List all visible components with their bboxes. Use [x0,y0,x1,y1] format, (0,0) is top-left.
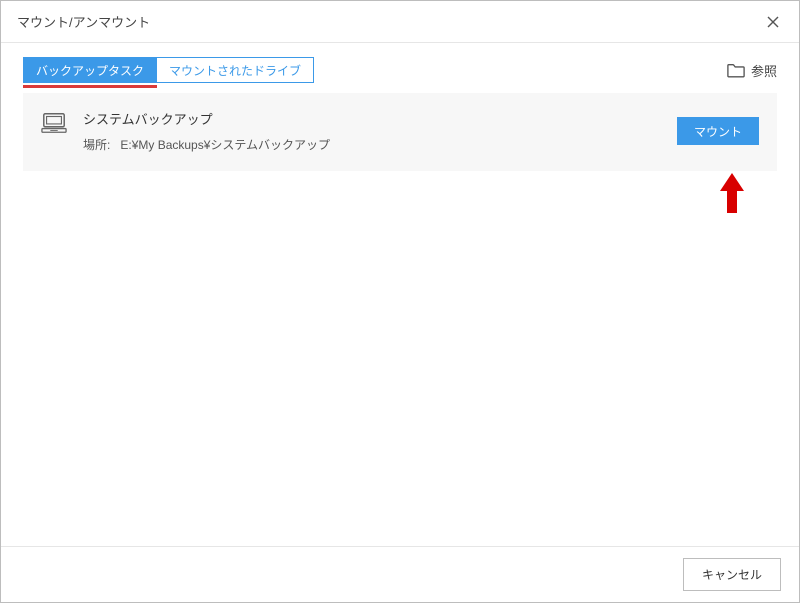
tab-mounted-drives[interactable]: マウントされたドライブ [157,57,314,83]
backup-task-list: システムバックアップ 場所: E:¥My Backups¥システムバックアップ … [1,93,799,171]
tab-backup-tasks[interactable]: バックアップタスク [23,57,157,83]
cancel-button[interactable]: キャンセル [683,558,781,591]
browse-button[interactable]: 参照 [727,61,777,80]
annotation-arrow-icon [720,173,744,213]
window-title: マウント/アンマウント [17,12,761,31]
tab-group: バックアップタスク マウントされたドライブ [23,57,314,83]
backup-task-location: 場所: E:¥My Backups¥システムバックアップ [83,136,677,153]
tab-backup-tasks-label: バックアップタスク [36,62,144,79]
backup-task-text: システムバックアップ 場所: E:¥My Backups¥システムバックアップ [83,109,677,153]
tab-mounted-drives-label: マウントされたドライブ [169,62,301,79]
backup-location-value: E:¥My Backups¥システムバックアップ [120,138,330,152]
browse-label: 参照 [751,61,777,80]
computer-icon [41,111,67,135]
backup-task-row: システムバックアップ 場所: E:¥My Backups¥システムバックアップ … [23,93,777,171]
close-icon [767,16,779,28]
toolbar: バックアップタスク マウントされたドライブ 参照 [1,43,799,93]
dialog-footer: キャンセル [1,546,799,602]
backup-location-label: 場所: [83,138,110,152]
backup-task-name: システムバックアップ [83,109,677,128]
close-button[interactable] [761,10,785,34]
mount-button[interactable]: マウント [677,117,759,145]
folder-icon [727,63,745,78]
titlebar: マウント/アンマウント [1,1,799,43]
